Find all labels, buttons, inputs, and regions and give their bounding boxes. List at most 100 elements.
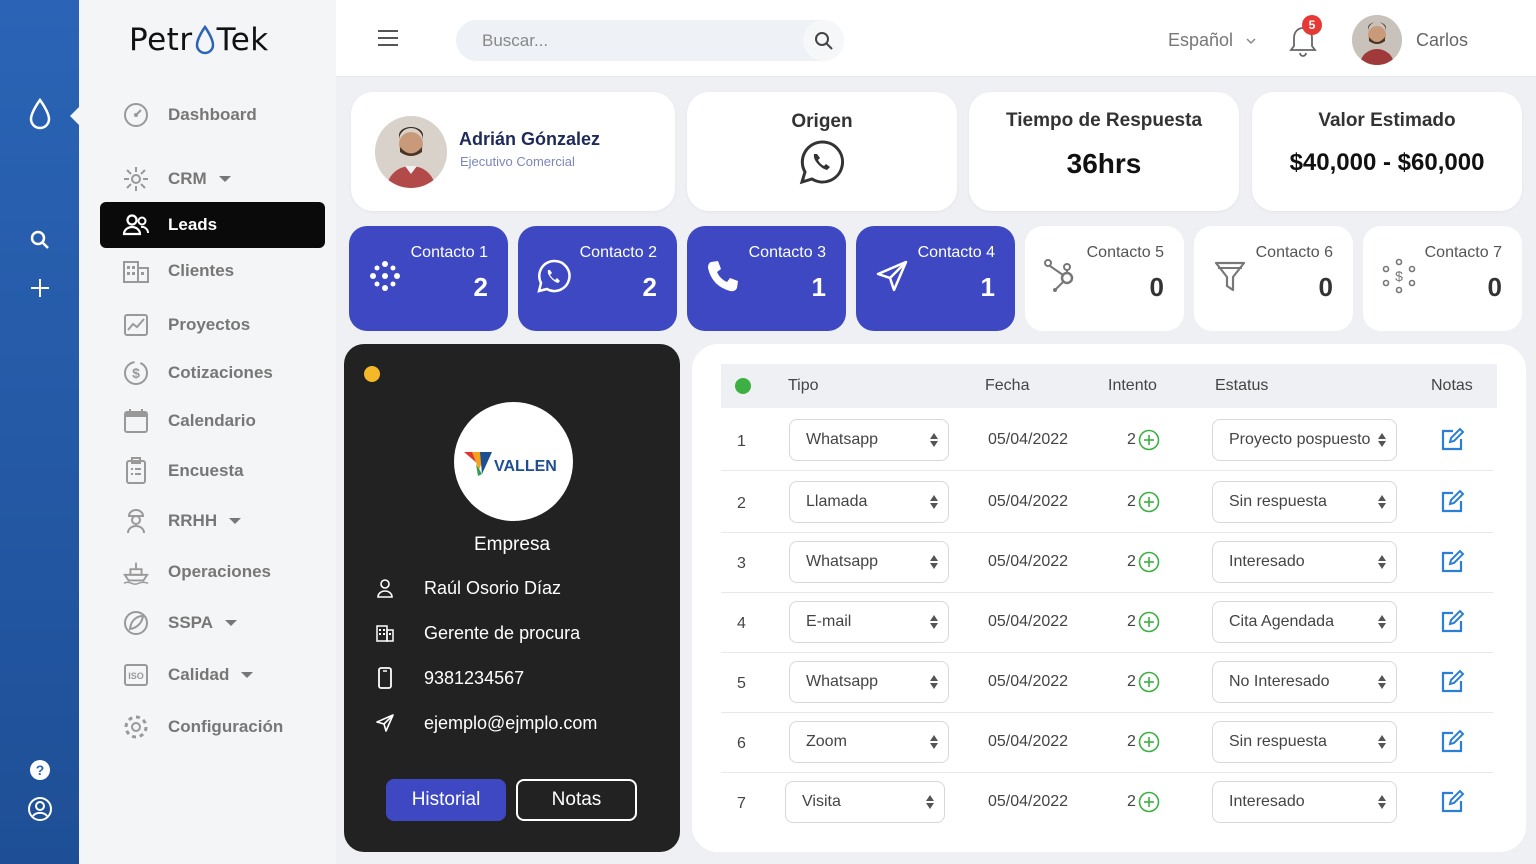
- contact-email[interactable]: ejemplo@ejmplo.com: [424, 713, 597, 734]
- contact-tile-4[interactable]: Contacto 4 1: [856, 226, 1015, 331]
- attempt-cell: 2: [1127, 671, 1160, 693]
- edit-note-icon[interactable]: [1439, 789, 1465, 820]
- edit-note-icon[interactable]: [1439, 729, 1465, 760]
- type-select[interactable]: E-mail: [789, 601, 949, 643]
- row-number: 5: [737, 675, 746, 692]
- select-arrows-icon: [1378, 433, 1386, 447]
- type-value: Whatsapp: [806, 673, 879, 690]
- col-fecha[interactable]: Fecha: [985, 377, 1029, 395]
- profile-name: Adrián Gónzalez: [459, 129, 601, 149]
- col-intento[interactable]: Intento: [1108, 377, 1157, 395]
- contacts-table: Tipo Fecha Intento Estatus Notas 1 Whatsa…: [692, 344, 1526, 852]
- col-notas[interactable]: Notas: [1431, 377, 1473, 395]
- chevron-down-icon: [225, 620, 238, 626]
- type-select[interactable]: Visita: [785, 781, 945, 823]
- contact-label: Contacto 2: [579, 244, 657, 261]
- type-select[interactable]: Whatsapp: [789, 419, 949, 461]
- droplet-icon[interactable]: [0, 96, 79, 132]
- status-select[interactable]: No Interesado: [1212, 661, 1397, 703]
- language-select[interactable]: Español: [1168, 30, 1257, 51]
- gear-icon: [122, 713, 150, 741]
- add-circle-icon[interactable]: [1138, 671, 1160, 693]
- select-arrows-icon: [930, 555, 938, 569]
- status-indicator: [735, 378, 751, 394]
- type-value: Llamada: [806, 493, 868, 510]
- type-select[interactable]: Whatsapp: [789, 541, 949, 583]
- type-select[interactable]: Zoom: [789, 721, 949, 763]
- contact-tile-3[interactable]: Contacto 3 1: [687, 226, 846, 331]
- contact-position: Gerente de procura: [424, 622, 581, 643]
- logo[interactable]: Petr Tek: [129, 22, 269, 58]
- add-circle-icon[interactable]: [1138, 551, 1160, 573]
- user-avatar[interactable]: [1352, 15, 1402, 65]
- row-date: 05/04/2022: [988, 733, 1069, 750]
- nav-rrhh[interactable]: RRHH: [100, 498, 325, 544]
- nav-proyectos[interactable]: Proyectos: [100, 302, 325, 348]
- history-button[interactable]: Historial: [386, 779, 506, 821]
- chevron-down-icon: [229, 518, 242, 524]
- contact-count: 2: [473, 272, 488, 302]
- nav-cotizaciones[interactable]: $ Cotizaciones: [100, 350, 325, 396]
- status-select[interactable]: Interesado: [1212, 541, 1397, 583]
- contact-tile-1[interactable]: Contacto 1 2: [349, 226, 508, 331]
- help-icon[interactable]: ?: [0, 758, 79, 782]
- select-arrows-icon: [930, 433, 938, 447]
- add-icon[interactable]: [0, 276, 79, 300]
- contact-phone[interactable]: 9381234567: [424, 668, 524, 689]
- svg-text:VALLEN: VALLEN: [494, 458, 557, 475]
- user-icon: [374, 577, 396, 599]
- row-date: 05/04/2022: [988, 793, 1069, 810]
- nav-calidad[interactable]: ISO Calidad: [100, 652, 325, 698]
- nav-configuracion[interactable]: Configuración: [100, 704, 325, 750]
- nav-calendario[interactable]: Calendario: [100, 398, 325, 444]
- col-tipo[interactable]: Tipo: [788, 377, 819, 395]
- nav-sspa[interactable]: SSPA: [100, 600, 325, 646]
- attempt-count: 2: [1127, 613, 1136, 630]
- status-value: Sin respuesta: [1229, 733, 1327, 750]
- hamburger-menu-icon[interactable]: [378, 30, 398, 46]
- iso-icon: ISO: [122, 661, 150, 689]
- edit-note-icon[interactable]: [1439, 427, 1465, 458]
- search-input[interactable]: [456, 30, 796, 51]
- type-select[interactable]: Whatsapp: [789, 661, 949, 703]
- contact-tile-5[interactable]: Contacto 5 0: [1025, 226, 1184, 331]
- nav-leads[interactable]: Leads: [100, 202, 325, 248]
- status-select[interactable]: Sin respuesta: [1212, 721, 1397, 763]
- add-circle-icon[interactable]: [1138, 429, 1160, 451]
- nav-crm[interactable]: CRM: [100, 156, 325, 202]
- attempt-count: 2: [1127, 793, 1136, 810]
- contact-tile-7[interactable]: $ Contacto 7 0: [1363, 226, 1522, 331]
- edit-note-icon[interactable]: [1439, 549, 1465, 580]
- nav-clientes[interactable]: Clientes: [100, 248, 325, 294]
- status-select[interactable]: Sin respuesta: [1212, 481, 1397, 523]
- status-select[interactable]: Proyecto pospuesto: [1212, 419, 1397, 461]
- notes-button[interactable]: Notas: [516, 779, 637, 821]
- user-name[interactable]: Carlos: [1416, 30, 1468, 51]
- dashboard-icon: [122, 101, 150, 129]
- phone-icon: [708, 261, 738, 292]
- add-circle-icon[interactable]: [1138, 611, 1160, 633]
- add-circle-icon[interactable]: [1138, 731, 1160, 753]
- nav-encuesta[interactable]: Encuesta: [100, 448, 325, 494]
- contact-tile-6[interactable]: Contacto 6 0: [1194, 226, 1353, 331]
- edit-note-icon[interactable]: [1439, 669, 1465, 700]
- select-arrows-icon: [930, 735, 938, 749]
- edit-note-icon[interactable]: [1439, 489, 1465, 520]
- type-select[interactable]: Llamada: [789, 481, 949, 523]
- chart-icon: [122, 311, 150, 339]
- edit-note-icon[interactable]: [1439, 609, 1465, 640]
- contact-tile-2[interactable]: Contacto 2 2: [518, 226, 677, 331]
- account-icon[interactable]: [0, 796, 79, 822]
- add-circle-icon[interactable]: [1138, 491, 1160, 513]
- nav-label: Proyectos: [168, 315, 251, 334]
- search-button[interactable]: [803, 20, 844, 61]
- notification-badge: 5: [1302, 15, 1322, 35]
- col-estatus[interactable]: Estatus: [1215, 377, 1268, 395]
- add-circle-icon[interactable]: [1138, 791, 1160, 813]
- attempt-count: 2: [1127, 673, 1136, 690]
- nav-dashboard[interactable]: Dashboard: [100, 92, 325, 138]
- search-icon[interactable]: [0, 228, 79, 252]
- status-select[interactable]: Interesado: [1212, 781, 1397, 823]
- nav-operaciones[interactable]: Operaciones: [100, 549, 325, 595]
- status-select[interactable]: Cita Agendada: [1212, 601, 1397, 643]
